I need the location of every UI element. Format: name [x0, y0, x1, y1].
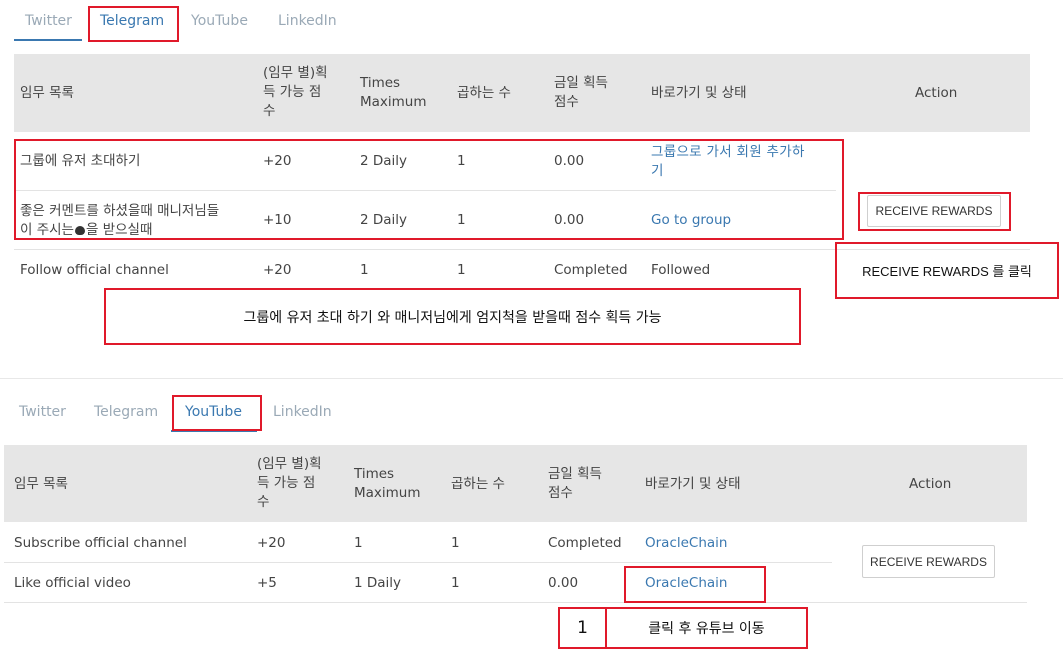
header-shortcut: 바로가기 및 상태 [651, 85, 747, 101]
tab-underline [14, 39, 82, 41]
tab-linkedin[interactable]: LinkedIn [273, 404, 332, 420]
row-divider [4, 602, 1027, 603]
row-points: +20 [263, 262, 292, 278]
row-shortcut: Followed [651, 262, 711, 278]
row-points: +5 [257, 575, 277, 591]
tab-twitter[interactable]: Twitter [25, 13, 72, 29]
highlight-telegram-tab [88, 6, 179, 42]
header-points: (임무 별)획 득 가능 점 수 [257, 456, 322, 510]
tab-telegram[interactable]: Telegram [94, 404, 158, 420]
row-times: 1 [360, 262, 369, 278]
row-multiplier: 1 [451, 575, 460, 591]
annotation-click-button: RECEIVE REWARDS 를 클릭 [835, 242, 1059, 299]
header-multiplier: 곱하는 수 [451, 476, 505, 492]
header-multiplier: 곱하는 수 [457, 85, 511, 101]
highlight-button [858, 192, 1011, 231]
highlight-rows [14, 139, 844, 240]
highlight-youtube-tab [172, 395, 262, 431]
row-today: 0.00 [548, 575, 579, 591]
row-today: Completed [554, 262, 628, 278]
row-divider [4, 562, 832, 563]
row-task: Follow official channel [20, 262, 169, 278]
row-times: 1 Daily [354, 575, 402, 591]
header-task: 임무 목록 [20, 85, 74, 101]
row-task: Like official video [14, 575, 131, 591]
row-times: 1 [354, 535, 363, 551]
telegram-tasks-panel: Twitter Telegram YouTube LinkedIn 임무 목록 … [0, 0, 1063, 378]
tab-linkedin[interactable]: LinkedIn [278, 13, 337, 29]
header-task: 임무 목록 [14, 476, 68, 492]
row-points: +20 [257, 535, 286, 551]
receive-rewards-button[interactable]: RECEIVE REWARDS [862, 545, 995, 578]
header-points: (임무 별)획 득 가능 점 수 [263, 65, 328, 119]
header-today: 금일 획득 점수 [548, 466, 602, 501]
table-header [14, 54, 1030, 132]
header-today: 금일 획득 점수 [554, 75, 608, 110]
highlight-oraclechain-link [624, 566, 766, 603]
header-times: Times Maximum [360, 75, 427, 110]
row-multiplier: 1 [451, 535, 460, 551]
annotation-how-to-earn: 그룹에 유저 초대 하기 와 매니저님에게 엄지척을 받을때 점수 획득 가능 [104, 288, 801, 345]
table-header [4, 445, 1027, 522]
youtube-tasks-panel: Twitter Telegram YouTube LinkedIn 임무 목록 … [0, 378, 1063, 653]
header-times: Times Maximum [354, 466, 421, 501]
row-task: Subscribe official channel [14, 535, 187, 551]
header-action: Action [915, 85, 958, 101]
tab-youtube[interactable]: YouTube [191, 13, 248, 29]
row-today: Completed [548, 535, 622, 551]
header-shortcut: 바로가기 및 상태 [645, 476, 741, 492]
row-multiplier: 1 [457, 262, 466, 278]
header-action: Action [909, 476, 952, 492]
oraclechain-channel-link[interactable]: OracleChain [645, 534, 728, 553]
annotation-step-note: 클릭 후 유튜브 이동 [605, 607, 808, 649]
annotation-step-number: 1 [558, 607, 607, 649]
tab-twitter[interactable]: Twitter [19, 404, 66, 420]
